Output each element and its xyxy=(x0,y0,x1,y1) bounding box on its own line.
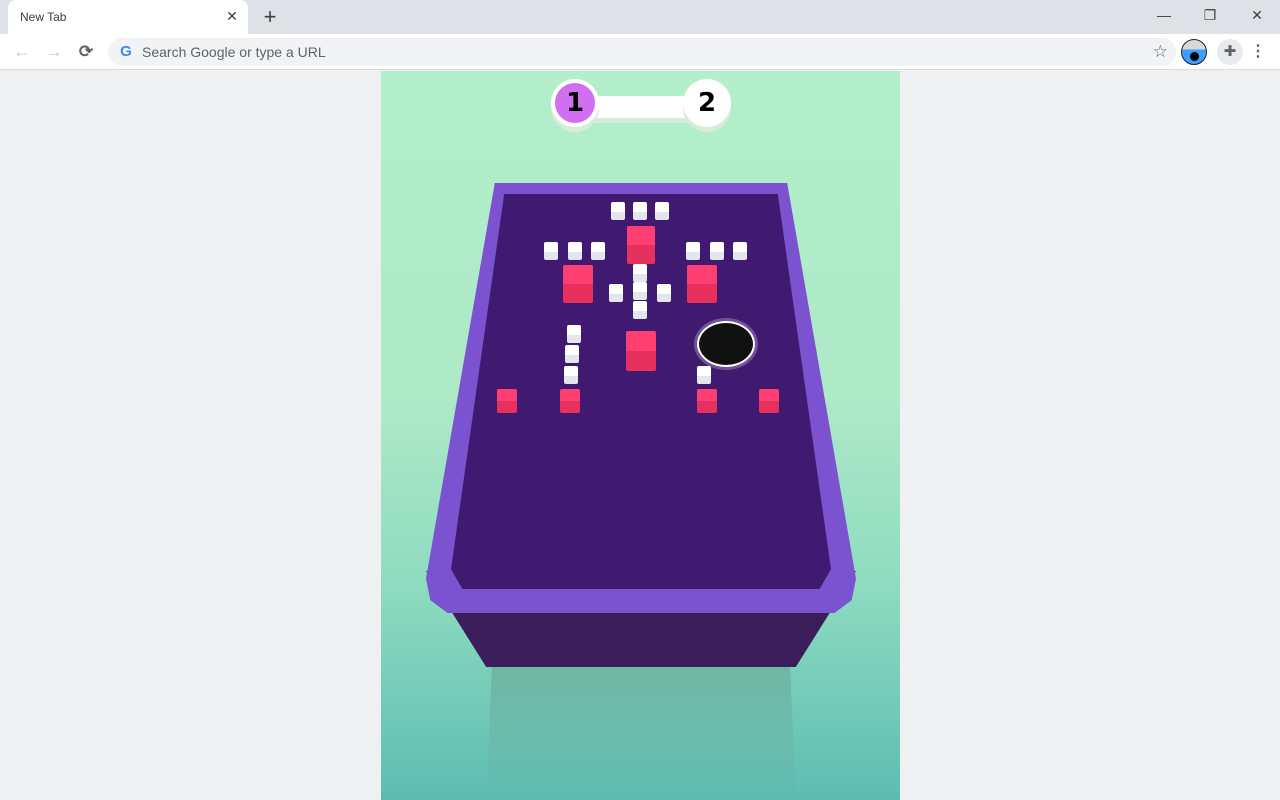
white-cube xyxy=(568,242,582,260)
white-cube xyxy=(591,242,605,260)
red-cube xyxy=(687,265,717,303)
red-cube xyxy=(626,331,656,371)
title-bar: New Tab ✕ + — ❐ ✕ xyxy=(0,0,1280,34)
white-cube xyxy=(657,284,671,302)
profile-avatar[interactable] xyxy=(1181,39,1207,65)
google-icon: G xyxy=(120,43,132,60)
red-cube xyxy=(697,389,717,413)
white-cube xyxy=(544,242,558,260)
white-cube xyxy=(697,366,711,384)
level-progress: 1 2 xyxy=(551,79,731,133)
omnibox[interactable]: G ☆ xyxy=(108,38,1176,66)
tab-new-tab[interactable]: New Tab ✕ xyxy=(8,0,248,34)
white-cube xyxy=(655,202,669,220)
red-cube xyxy=(497,389,517,413)
red-cube xyxy=(563,265,593,303)
white-cube xyxy=(611,202,625,220)
tab-title: New Tab xyxy=(20,10,67,24)
red-cube xyxy=(759,389,779,413)
game-canvas[interactable]: 1 2 xyxy=(381,71,900,800)
bookmark-star-icon[interactable]: ☆ xyxy=(1153,42,1168,62)
reload-button[interactable]: ⟳ xyxy=(74,40,98,64)
white-cube xyxy=(710,242,724,260)
back-button[interactable]: ← xyxy=(10,40,34,64)
new-tab-button[interactable]: + xyxy=(258,6,282,28)
tray-reflection xyxy=(486,661,796,800)
red-cube xyxy=(560,389,580,413)
menu-icon[interactable]: ⋮ xyxy=(1250,40,1266,64)
extensions-icon[interactable]: ✚ xyxy=(1217,39,1243,65)
black-hole-player[interactable] xyxy=(697,321,755,367)
address-input[interactable] xyxy=(142,38,1122,66)
white-cube xyxy=(567,325,581,343)
next-level-badge: 2 xyxy=(683,79,731,127)
white-cube xyxy=(564,366,578,384)
close-window-button[interactable]: ✕ xyxy=(1245,4,1269,26)
forward-button[interactable]: → xyxy=(42,40,66,64)
white-cube xyxy=(565,345,579,363)
minimize-button[interactable]: — xyxy=(1152,4,1176,26)
white-cube xyxy=(633,202,647,220)
white-cube xyxy=(633,264,647,282)
white-cube xyxy=(733,242,747,260)
red-cube xyxy=(627,226,655,264)
white-cube xyxy=(633,282,647,300)
plus-icon: + xyxy=(263,4,277,29)
restore-button[interactable]: ❐ xyxy=(1198,4,1222,26)
white-cube xyxy=(686,242,700,260)
toolbar: ← → ⟳ G ☆ ✚ ⋮ xyxy=(0,34,1280,70)
white-cube xyxy=(633,301,647,319)
close-icon[interactable]: ✕ xyxy=(224,8,240,24)
current-level-badge: 1 xyxy=(551,79,599,127)
white-cube xyxy=(609,284,623,302)
